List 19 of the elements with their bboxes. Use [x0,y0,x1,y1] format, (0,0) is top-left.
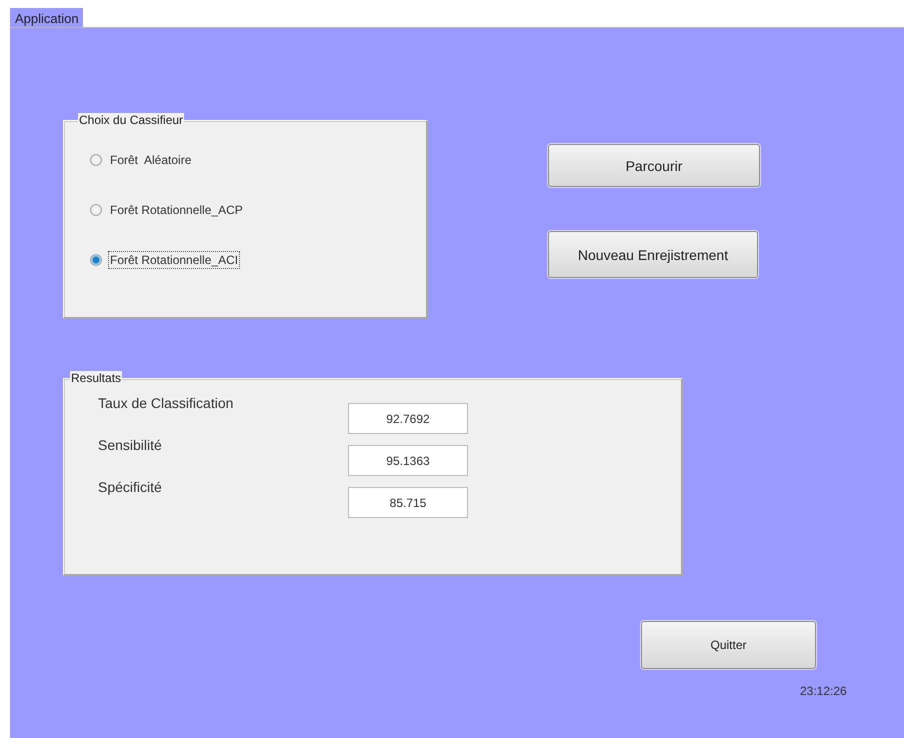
browse-button[interactable]: Parcourir [548,144,760,187]
result-label: Taux de Classification [97,395,234,411]
panel-title: Resultats [70,371,122,385]
quit-button[interactable]: Quitter [641,621,816,669]
radio-button[interactable] [90,154,102,166]
radio-button[interactable] [90,254,102,266]
window-title: Application [10,8,83,27]
radio-label[interactable]: Forêt Aléatoire [108,151,194,169]
value-field[interactable]: 92.7692 [348,403,468,434]
radio-label[interactable]: Forêt Rotationnelle_ACI [108,251,240,269]
radio-label[interactable]: Forêt Rotationnelle_ACP [108,201,245,219]
value-field[interactable]: 95.1363 [348,445,468,476]
new-record-button[interactable]: Nouveau Enrejistrement [548,231,758,278]
value-field[interactable]: 85.715 [348,487,468,518]
clock-text: 23:12:26 [800,684,847,698]
result-label: Spécificité [97,479,163,495]
panel-title: Choix du Cassifieur [78,113,184,127]
result-label: Sensibilité [97,437,163,453]
radio-button[interactable] [90,204,102,216]
